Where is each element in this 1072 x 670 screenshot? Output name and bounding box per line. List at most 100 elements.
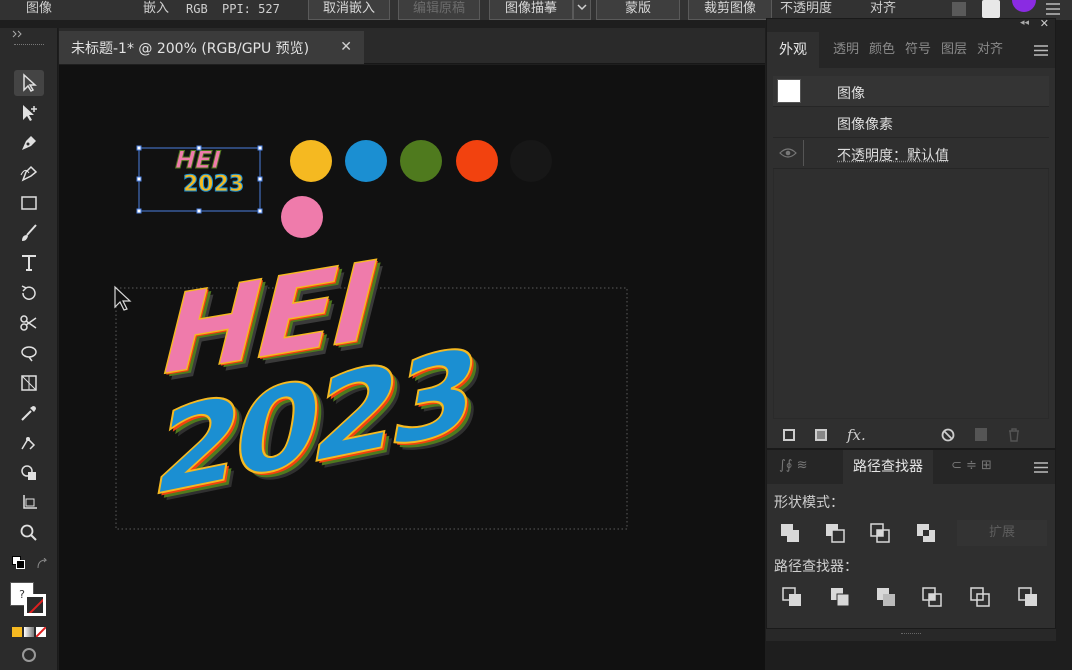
zoom-tool[interactable]	[14, 520, 44, 546]
color-swatch-dot[interactable]	[400, 140, 442, 182]
tab-collapsed-2[interactable]: ⊂ ≑ ⊞	[951, 458, 992, 473]
pen-tool[interactable]	[14, 130, 44, 156]
divide-icon[interactable]	[779, 584, 805, 610]
eyedropper-tool[interactable]	[14, 400, 44, 426]
draw-mode-icon[interactable]	[22, 648, 36, 662]
image-pixels-label: 图像像素	[837, 117, 893, 133]
opacity-row[interactable]: 不透明度：默认值	[773, 138, 1049, 169]
unite-icon[interactable]	[777, 520, 803, 546]
unembed-button[interactable]: 取消嵌入	[308, 0, 390, 20]
outline-icon[interactable]	[967, 584, 993, 610]
puppet-warp-tool[interactable]	[14, 430, 44, 456]
crop-icon[interactable]	[919, 584, 945, 610]
scissors-tool[interactable]	[14, 310, 44, 336]
puppet-warp-icon	[21, 437, 36, 450]
artboard-tool[interactable]	[14, 490, 44, 516]
pathfinder-menu-icon[interactable]	[1034, 462, 1048, 473]
color-swatch-dot[interactable]	[456, 140, 498, 182]
scissors-icon	[20, 315, 37, 331]
shape-builder-tool[interactable]	[14, 460, 44, 486]
fx-effect-button[interactable]: fx.	[847, 426, 866, 444]
close-panel-icon[interactable]: ✕	[1040, 17, 1049, 30]
appearance-item-row[interactable]: 图像	[773, 76, 1049, 107]
visibility-eye-icon[interactable]	[779, 147, 797, 159]
crop-image-button[interactable]: 裁剪图像	[688, 0, 772, 20]
tab-symbols[interactable]: 符号	[905, 32, 931, 68]
warp-tool[interactable]	[14, 340, 44, 366]
collapse-toolbar-icon[interactable]	[12, 30, 24, 38]
add-stroke-icon[interactable]	[783, 429, 795, 441]
image-pixels-row[interactable]: 图像像素	[773, 107, 1049, 138]
mask-button[interactable]: 蒙版	[596, 0, 680, 20]
opacity-value-label[interactable]: 不透明度：默认值	[837, 145, 949, 165]
duplicate-item-icon[interactable]	[975, 428, 987, 441]
tab-align[interactable]: 对齐	[977, 32, 1003, 68]
warp-icon	[21, 346, 37, 362]
color-mode-button[interactable]	[12, 627, 22, 637]
pathfinder-panel: ∫∮ ≋ 路径查找器 ⊂ ≑ ⊞ 形状模式： 扩展 路径查找器：	[766, 449, 1056, 629]
type-tool[interactable]	[14, 250, 44, 276]
align-label[interactable]: 对齐	[870, 0, 896, 20]
color-swatch-dot[interactable]	[290, 140, 332, 182]
minus-front-icon[interactable]	[822, 520, 848, 546]
selection-tool[interactable]	[14, 70, 44, 96]
thumbnail-artwork[interactable]: HEI 2023	[136, 145, 263, 214]
panel-resize-grip[interactable]	[766, 629, 1056, 641]
image-trace-dropdown[interactable]	[573, 0, 591, 20]
exclude-icon[interactable]	[913, 520, 939, 546]
paintbrush-icon	[22, 224, 37, 241]
transform-icon[interactable]	[982, 0, 1000, 18]
shape-builder-icon	[21, 465, 36, 480]
grid-icon[interactable]	[952, 2, 966, 16]
canvas-artwork: HEI 2023 HEI HEI HEI HEI 2023 2023 2023 …	[114, 140, 628, 530]
toolbar-grip[interactable]	[14, 44, 44, 48]
appearance-list-empty	[773, 169, 1049, 419]
tab-collapsed-1[interactable]: ∫∮ ≋	[779, 458, 808, 473]
menu-icon[interactable]	[1046, 3, 1060, 15]
pen-icon	[22, 136, 36, 150]
clear-appearance-icon[interactable]	[941, 428, 955, 442]
intersect-icon[interactable]	[867, 520, 893, 546]
tab-pathfinder[interactable]: 路径查找器	[843, 450, 933, 484]
tab-layers[interactable]: 图层	[941, 32, 967, 68]
tab-appearance[interactable]: 外观	[767, 32, 819, 68]
panel-menu-icon[interactable]	[1034, 45, 1048, 56]
artboard-canvas[interactable]: HEI 2023 HEI HEI HEI HEI 2023 2023 2023 …	[59, 65, 765, 670]
paintbrush-tool[interactable]	[14, 220, 44, 246]
minus-back-icon[interactable]	[1015, 584, 1041, 610]
eyedropper-icon	[21, 406, 36, 421]
expand-button[interactable]: 扩展	[957, 520, 1047, 546]
curvature-tool[interactable]	[14, 160, 44, 186]
delete-trash-icon[interactable]	[1007, 427, 1021, 442]
swap-colors-icon[interactable]	[36, 558, 50, 570]
color-swatch-dot[interactable]	[510, 140, 552, 182]
pathfinder-tab-strip: ∫∮ ≋ 路径查找器 ⊂ ≑ ⊞	[767, 450, 1055, 484]
tab-color[interactable]: 颜色	[869, 32, 895, 68]
gradient-mode-button[interactable]	[24, 627, 34, 637]
direct-selection-tool[interactable]	[14, 100, 44, 126]
add-fill-icon[interactable]	[815, 429, 827, 441]
none-mode-button[interactable]	[36, 627, 46, 637]
selection-arrow-icon	[23, 73, 37, 92]
color-swatch-dot[interactable]	[281, 196, 323, 238]
curvature-pen-icon	[20, 165, 38, 182]
tab-transparency[interactable]: 透明	[833, 32, 859, 68]
rotate-tool[interactable]	[14, 280, 44, 306]
edit-original-button[interactable]: 编辑原稿	[398, 0, 480, 20]
document-tab[interactable]: 未标题-1* @ 200% (RGB/GPU 预览) ✕	[59, 31, 364, 64]
merge-icon[interactable]	[873, 584, 899, 610]
thumbnail-2023: 2023	[183, 172, 244, 197]
color-mode-label: RGB	[186, 2, 208, 16]
rectangle-icon	[21, 196, 37, 210]
image-trace-button[interactable]: 图像描摹	[489, 0, 573, 20]
rectangle-tool[interactable]	[14, 190, 44, 216]
color-swatch-dot[interactable]	[345, 140, 387, 182]
free-transform-tool[interactable]	[14, 370, 44, 396]
appearance-footer: fx.	[767, 423, 1055, 448]
close-tab-icon[interactable]: ✕	[340, 39, 352, 55]
default-colors-icon[interactable]	[12, 556, 26, 570]
opacity-label[interactable]: 不透明度	[780, 0, 832, 20]
trim-icon[interactable]	[827, 584, 853, 610]
stroke-swatch[interactable]	[24, 594, 46, 616]
collapse-panel-icon[interactable]: ◂◂	[1020, 18, 1029, 28]
